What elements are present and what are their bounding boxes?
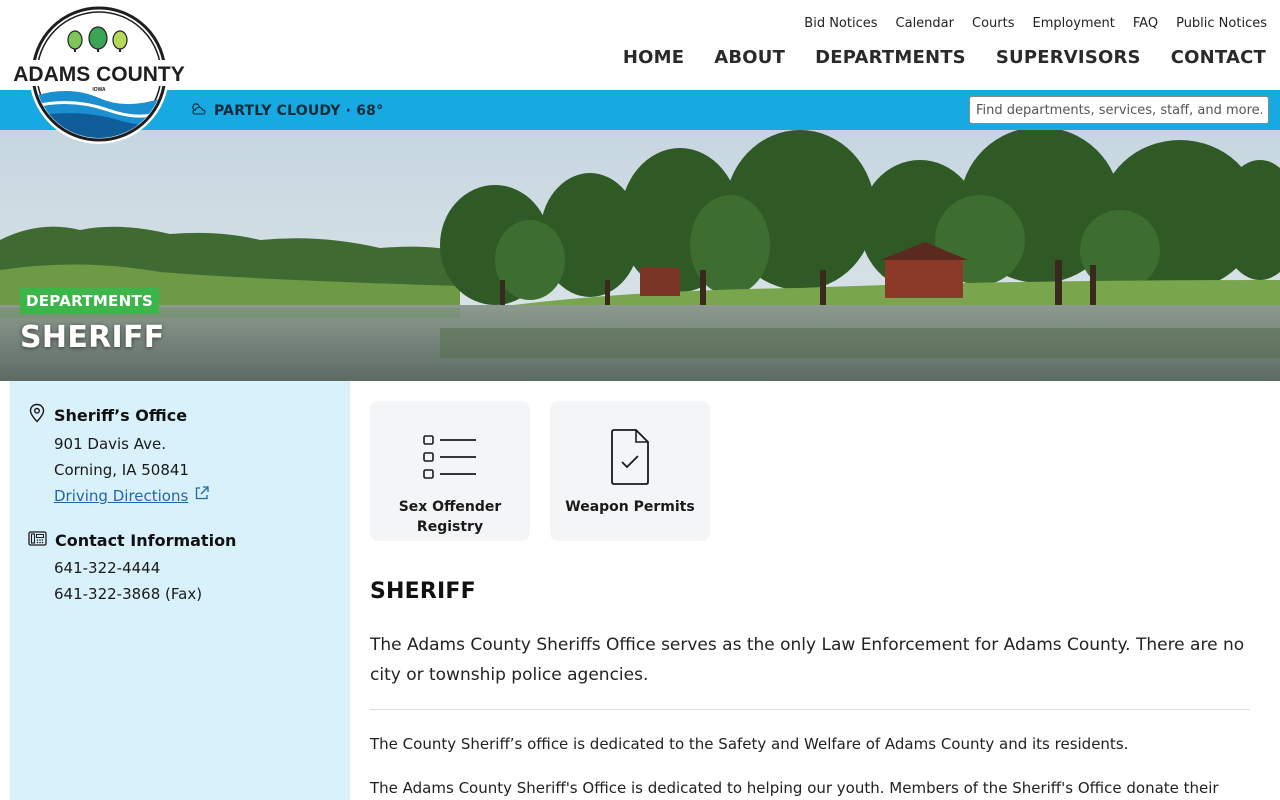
- body-paragraph: The County Sheriff’s office is dedicated…: [370, 735, 1129, 753]
- body-paragraph: The Adams County Sheriff's Office is ded…: [370, 779, 1219, 797]
- weather-search-bar: PARTLY CLOUDY · 68°: [0, 90, 1280, 130]
- document-check-icon: [608, 427, 652, 487]
- site-search-input[interactable]: [969, 96, 1269, 124]
- card-sex-offender-registry[interactable]: Sex Offender Registry: [370, 401, 530, 541]
- driving-directions-label: Driving Directions: [54, 487, 189, 505]
- list-icon: [422, 427, 478, 487]
- weather-text: PARTLY CLOUDY · 68°: [214, 102, 384, 119]
- util-link-employment[interactable]: Employment: [1033, 16, 1115, 31]
- hero-lake-image: [0, 130, 1280, 381]
- svg-text:ADAMS COUNTY: ADAMS COUNTY: [13, 63, 185, 86]
- address-line-2: Corning, IA 50841: [54, 461, 189, 479]
- nav-departments[interactable]: DEPARTMENTS: [815, 47, 966, 68]
- phone-fax-icon: [28, 530, 47, 551]
- hero-category-tag[interactable]: DEPARTMENTS: [20, 288, 160, 314]
- util-link-calendar[interactable]: Calendar: [896, 16, 954, 31]
- hero-title: SHERIFF: [20, 320, 165, 355]
- util-link-faq[interactable]: FAQ: [1133, 16, 1158, 31]
- address-line-1: 901 Davis Ave.: [54, 435, 167, 453]
- main-nav: HOME ABOUT DEPARTMENTS SUPERVISORS CONTA…: [623, 47, 1266, 68]
- office-title: Sheriff’s Office: [54, 405, 188, 425]
- nav-about[interactable]: ABOUT: [714, 47, 785, 68]
- card-label: Weapon Permits: [565, 499, 695, 515]
- util-link-courts[interactable]: Courts: [972, 16, 1015, 31]
- county-logo[interactable]: ADAMS COUNTY IOWA: [8, 2, 190, 147]
- partly-cloudy-icon: [190, 101, 208, 120]
- util-link-bid-notices[interactable]: Bid Notices: [804, 16, 877, 31]
- site-header: Bid Notices Calendar Courts Employment F…: [0, 0, 1280, 90]
- content-divider: [370, 709, 1250, 710]
- utility-nav: Bid Notices Calendar Courts Employment F…: [804, 16, 1267, 31]
- department-sidebar: Sheriff’s Office 901 Davis Ave. Corning,…: [10, 381, 350, 800]
- tree-icon: [67, 26, 128, 52]
- page-title: SHERIFF: [370, 579, 476, 604]
- main-content: Sex Offender Registry Weapon Permits SHE…: [350, 381, 1270, 800]
- contact-info-block: Contact Information 641-322-4444 641-322…: [28, 530, 236, 607]
- hero-banner: [0, 130, 1280, 381]
- svg-text:IOWA: IOWA: [92, 87, 106, 93]
- nav-contact[interactable]: CONTACT: [1171, 47, 1266, 68]
- card-weapon-permits[interactable]: Weapon Permits: [550, 401, 710, 541]
- external-link-icon: [194, 483, 210, 509]
- office-address-block: Sheriff’s Office 901 Davis Ave. Corning,…: [28, 403, 210, 509]
- fax-number: 641-322-3868 (Fax): [54, 585, 203, 603]
- map-pin-icon: [28, 403, 46, 427]
- phone-number[interactable]: 641-322-4444: [54, 555, 236, 581]
- card-label: Sex Offender Registry: [398, 499, 502, 535]
- driving-directions-link[interactable]: Driving Directions: [54, 483, 210, 509]
- lead-paragraph: The Adams County Sheriffs Office serves …: [370, 635, 1245, 685]
- contact-title: Contact Information: [55, 531, 237, 550]
- nav-home[interactable]: HOME: [623, 47, 684, 68]
- util-link-public-notices[interactable]: Public Notices: [1176, 16, 1267, 31]
- nav-supervisors[interactable]: SUPERVISORS: [996, 47, 1141, 68]
- weather-widget: PARTLY CLOUDY · 68°: [190, 101, 383, 120]
